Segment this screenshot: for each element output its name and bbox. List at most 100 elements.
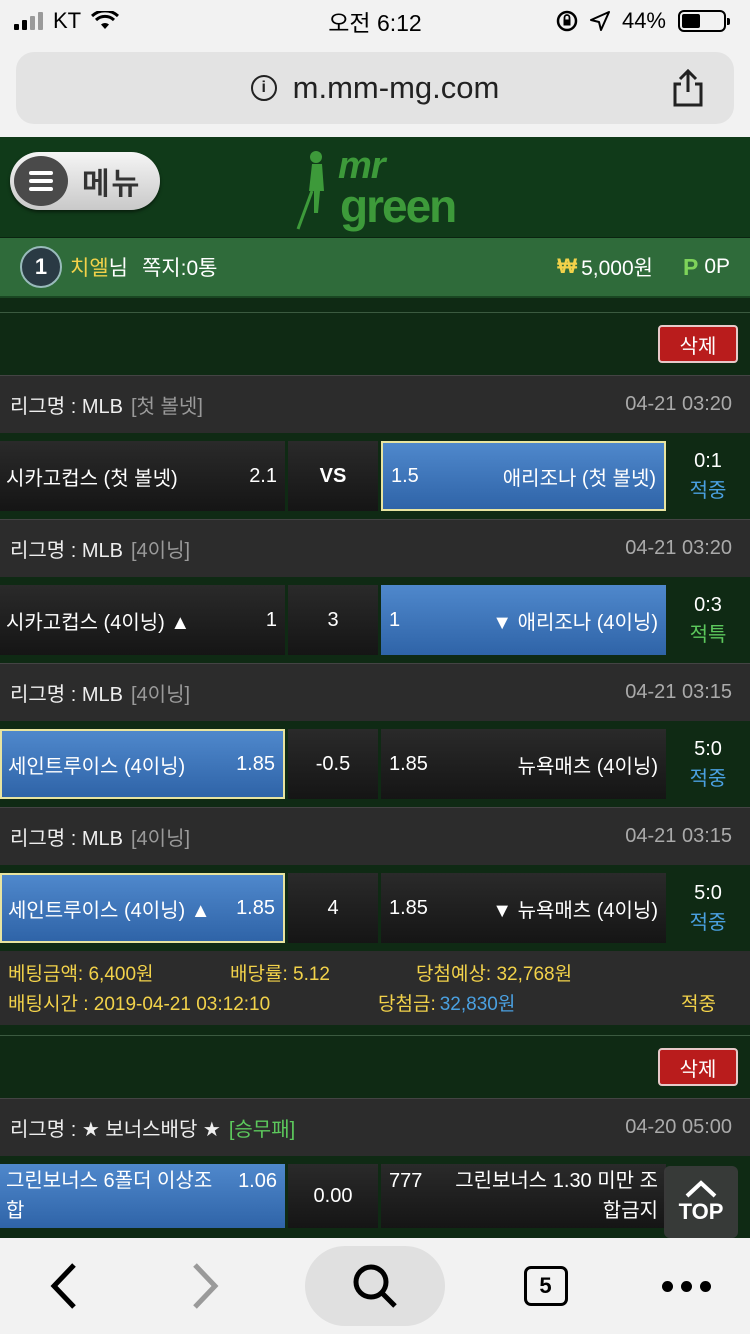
total-odds: 배당률: 5.12 xyxy=(230,963,330,985)
away-pick[interactable]: 1.5 애리조나 (첫 볼넷) xyxy=(381,441,666,511)
league-row: 리그명 : MLB [4이닝] 04-21 03:20 xyxy=(0,519,750,577)
league-row: 리그명 : MLB [4이닝] 04-21 03:15 xyxy=(0,807,750,865)
win-amount: 32,830원 xyxy=(439,993,516,1015)
forward-button[interactable] xyxy=(165,1246,245,1326)
home-team: 세인트루이스 (4이닝) ▲ xyxy=(8,899,211,922)
top-label: TOP xyxy=(678,1199,724,1224)
result: 적중 xyxy=(689,768,727,790)
match-row: 그린보너스 6폴더 이상조합 1.06 0.00 777 그린보너스 1.30 미만… xyxy=(0,1156,750,1228)
league-name: 리그명 : ★ 보너스배당 ★ xyxy=(10,1119,221,1141)
home-pick[interactable]: 세인트루이스 (4이닝) 1.85 xyxy=(0,729,285,799)
score: 5:0 xyxy=(694,738,722,760)
match-row: 세인트루이스 (4이닝) 1.85 -0.5 1.85 뉴욕매츠 (4이닝) 5:0… xyxy=(0,721,750,807)
mid-value: 4 xyxy=(327,896,339,919)
league-tag: [4이닝] xyxy=(131,828,191,850)
battery-percent: 44% xyxy=(621,8,666,33)
draw-pick[interactable]: VS xyxy=(288,441,378,511)
scroll-top-button[interactable]: TOP xyxy=(664,1166,738,1238)
mid-value: VS xyxy=(319,464,347,487)
result-cell: 0:3 적특 xyxy=(666,585,750,655)
home-team: 시카고컵스 (4이닝) ▲ xyxy=(6,611,191,634)
result-cell: 5:0 적중 xyxy=(666,873,750,943)
home-odds: 1.06 xyxy=(238,1170,277,1192)
game-time: 04-21 03:20 xyxy=(625,537,732,559)
away-team: ▼ 애리조나 (4이닝) xyxy=(492,611,658,634)
result: 적특 xyxy=(689,624,727,646)
delete-button[interactable]: 삭제 xyxy=(658,325,738,363)
more-icon xyxy=(661,1280,711,1292)
home-pick[interactable]: 시카고컵스 (첫 볼넷) 2.1 xyxy=(0,441,285,511)
orientation-lock-icon xyxy=(556,10,578,32)
search-button[interactable] xyxy=(305,1246,445,1326)
delete-button[interactable]: 삭제 xyxy=(658,1048,738,1086)
league-row: 리그명 : MLB [첫 볼넷] 04-21 03:20 xyxy=(0,375,750,433)
league-row: 리그명 : ★ 보너스배당 ★ [승무패] 04-20 05:00 xyxy=(0,1098,750,1156)
won-icon: ₩ xyxy=(557,255,578,278)
league-row: 리그명 : MLB [4이닝] 04-21 03:15 xyxy=(0,663,750,721)
away-odds: 777 xyxy=(389,1170,423,1192)
url-text: m.mm-mg.com xyxy=(292,70,500,105)
game-time: 04-21 03:15 xyxy=(625,681,732,703)
win-label: 당첨금: xyxy=(378,993,436,1015)
user-bar: 1 치엘 님 쪽지:0통 ₩ 5,000원 P 0P xyxy=(0,238,750,298)
status-bar: KT 오전 6:12 44% xyxy=(0,0,750,42)
result-cell: 5:0 적중 xyxy=(666,729,750,799)
address-bar[interactable]: i m.mm-mg.com xyxy=(16,52,734,124)
browser-toolbar: 5 xyxy=(0,1238,750,1334)
slip-summary: 베팅금액: 6,400원 배당률: 5.12 당첨예상: 32,768원 배팅시… xyxy=(0,951,750,1025)
user-name[interactable]: 치엘 xyxy=(70,252,109,282)
away-pick[interactable]: 1.85 뉴욕매츠 (4이닝) xyxy=(381,729,666,799)
league-tag: [첫 볼넷] xyxy=(131,396,203,418)
carrier-name: KT xyxy=(53,8,82,33)
bet-time: 배팅시간 : 2019-04-21 03:12:10 xyxy=(8,993,271,1015)
game-time: 04-21 03:15 xyxy=(625,825,732,847)
away-pick[interactable]: 1 ▼ 애리조나 (4이닝) xyxy=(381,585,666,655)
away-team: ▼ 뉴욕매츠 (4이닝) xyxy=(492,899,658,922)
home-odds: 2.1 xyxy=(249,464,277,487)
match-row: 시카고컵스 (첫 볼넷) 2.1 VS 1.5 애리조나 (첫 볼넷) 0:1 적중 xyxy=(0,433,750,519)
game-time: 04-21 03:20 xyxy=(625,393,732,415)
away-odds: 1 xyxy=(389,608,401,631)
point-icon: P xyxy=(682,253,699,280)
chevron-left-icon xyxy=(50,1263,76,1309)
home-pick[interactable]: 그린보너스 6폴더 이상조합 1.06 xyxy=(0,1164,285,1228)
balance: 5,000원 xyxy=(581,257,653,280)
home-odds: 1 xyxy=(265,608,277,631)
score: 0:3 xyxy=(694,594,722,616)
menu-button[interactable]: 메뉴 xyxy=(10,152,160,210)
home-team: 그린보너스 6폴더 이상조합 xyxy=(6,1170,213,1222)
home-odds: 1.85 xyxy=(236,896,275,919)
list-icon xyxy=(14,156,68,206)
draw-pick[interactable]: 3 xyxy=(288,585,378,655)
score: 5:0 xyxy=(694,882,722,904)
more-button[interactable] xyxy=(646,1246,726,1326)
draw-pick[interactable]: -0.5 xyxy=(288,729,378,799)
away-pick[interactable]: 777 그린보너스 1.30 미만 조합금지 xyxy=(381,1164,666,1228)
match-row: 세인트루이스 (4이닝) ▲ 1.85 4 1.85 ▼ 뉴욕매츠 (4이닝) 5:… xyxy=(0,865,750,951)
info-icon[interactable]: i xyxy=(250,75,277,101)
score: 0:1 xyxy=(694,450,722,472)
signal-icon xyxy=(14,12,43,30)
message-count[interactable]: 쪽지:0통 xyxy=(142,252,217,282)
tabs-icon: 5 xyxy=(523,1266,568,1306)
draw-pick[interactable]: 4 xyxy=(288,873,378,943)
mid-value: 3 xyxy=(327,608,339,631)
away-pick[interactable]: 1.85 ▼ 뉴욕매츠 (4이닝) xyxy=(381,873,666,943)
home-team: 시카고컵스 (첫 볼넷) xyxy=(6,467,178,490)
home-team: 세인트루이스 (4이닝) xyxy=(8,755,186,778)
site-header: 메뉴 mr green xyxy=(0,137,750,238)
home-pick[interactable]: 세인트루이스 (4이닝) ▲ 1.85 xyxy=(0,873,285,943)
league-tag: [4이닝] xyxy=(131,684,191,706)
search-icon xyxy=(353,1264,397,1308)
tabs-button[interactable]: 5 xyxy=(506,1246,586,1326)
home-pick[interactable]: 시카고컵스 (4이닝) ▲ 1 xyxy=(0,585,285,655)
draw-pick[interactable]: 0.00 xyxy=(288,1164,378,1228)
share-icon[interactable] xyxy=(670,68,706,108)
league-tag: [4이닝] xyxy=(131,540,191,562)
back-button[interactable] xyxy=(24,1246,104,1326)
away-team: 애리조나 (첫 볼넷) xyxy=(502,467,656,490)
battery-icon xyxy=(678,10,730,32)
level-badge: 1 xyxy=(20,246,62,288)
home-odds: 1.85 xyxy=(236,752,275,775)
menu-label: 메뉴 xyxy=(82,168,142,201)
